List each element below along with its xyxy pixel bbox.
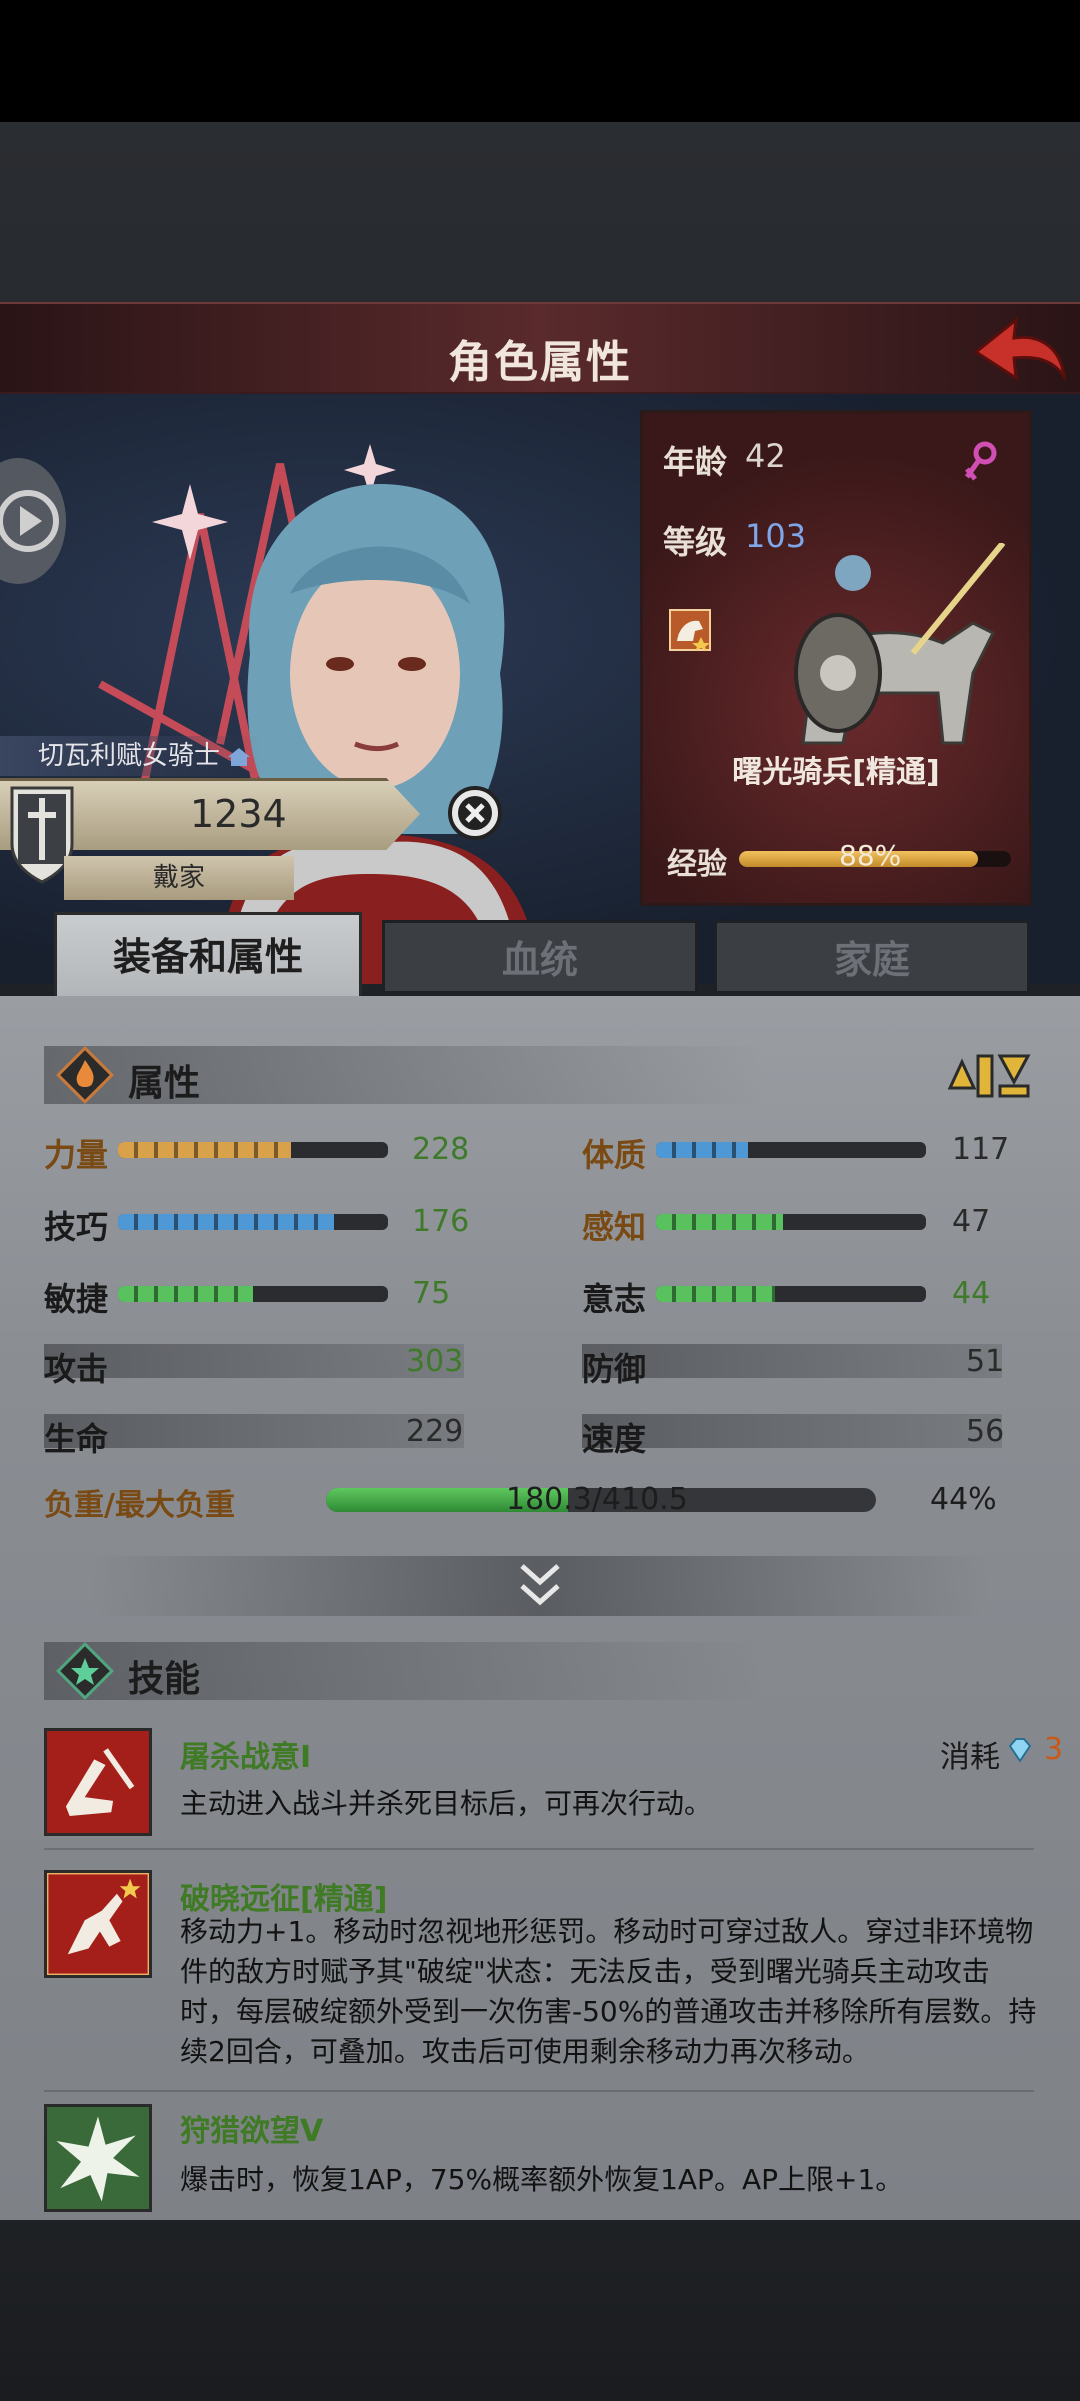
attributes-title: 属性 xyxy=(128,1063,201,1104)
skill-name: 屠杀战意I xyxy=(180,1740,312,1775)
skill-description: 移动力+1。移动时忽视地形惩罚。移动时可穿过敌人。穿过非环境物件的敌方时赋予其"… xyxy=(180,1915,1037,2068)
sort-arrows-icon[interactable] xyxy=(944,1042,1034,1102)
skills-title: 技能 xyxy=(128,1659,201,1700)
stat-perception-value: 47 xyxy=(952,1204,991,1239)
fallen-soldier-icon xyxy=(44,1728,152,1836)
stat-constitution-bar xyxy=(656,1142,926,1158)
stat-speed-label: 速度 xyxy=(582,1420,647,1458)
age-value: 42 xyxy=(745,437,786,475)
cost-label: 消耗 xyxy=(940,1740,1000,1775)
stat-constitution-label: 体质 xyxy=(582,1136,647,1174)
tab-family[interactable]: 家庭 xyxy=(714,920,1030,994)
unit-class-name: 曙光骑兵[精通] xyxy=(732,755,940,790)
skill-description: 主动进入战斗并杀死目标后，可再次行动。 xyxy=(180,1787,713,1820)
stat-defense-label: 防御 xyxy=(582,1350,647,1388)
family-name[interactable]: 戴家 xyxy=(64,856,294,900)
stat-strength-label: 力量 xyxy=(44,1136,109,1174)
stat-speed-value: 56 xyxy=(966,1414,1005,1449)
back-arrow-icon[interactable] xyxy=(968,312,1068,390)
character-portrait xyxy=(220,484,540,984)
stat-hp-label: 生命 xyxy=(44,1420,109,1458)
page-header: 角色属性 xyxy=(0,302,1080,394)
stat-defense-value: 51 xyxy=(966,1344,1005,1379)
tab-equipment-attributes[interactable]: 装备和属性 xyxy=(54,912,362,996)
stat-agility-bar xyxy=(118,1286,388,1302)
stat-constitution-fill xyxy=(656,1142,748,1158)
divider xyxy=(44,1848,1034,1850)
crystal-burst-icon xyxy=(44,2104,152,2212)
tab-bar: 装备和属性 血统 家庭 xyxy=(0,912,1080,996)
cavalry-unit-art xyxy=(794,543,1006,745)
page-title: 角色属性 xyxy=(448,337,632,388)
female-gender-icon xyxy=(964,441,997,481)
status-bar-area xyxy=(0,0,1080,122)
stat-agility-fill xyxy=(118,1286,253,1302)
attributes-section-header: 属性 xyxy=(44,1046,764,1104)
stat-strength-bar xyxy=(118,1142,388,1158)
stat-perception-label: 感知 xyxy=(582,1208,647,1246)
stat-skill-fill xyxy=(118,1214,334,1230)
horse-rank-icon xyxy=(669,609,711,651)
dismiss-button[interactable] xyxy=(448,786,502,840)
character-panel: 切瓦利赋女骑士 1234 戴家 年龄 42 等级 103 曙光骑兵[精通] 经验… xyxy=(0,394,1080,984)
skill-name: 狩猎欲望V xyxy=(180,2114,324,2149)
stat-will-bar xyxy=(656,1286,926,1302)
charging-knight-icon xyxy=(44,1870,152,1978)
stat-agility-value: 75 xyxy=(412,1276,451,1311)
stat-skill-bar xyxy=(118,1214,388,1230)
exp-label: 经验 xyxy=(667,847,727,882)
stat-perception-bar xyxy=(656,1214,926,1230)
diamond-gem-icon xyxy=(1008,1738,1032,1763)
skills-section-header: 技能 xyxy=(44,1642,764,1700)
close-icon xyxy=(458,796,492,830)
skill-star-icon xyxy=(56,1642,114,1700)
stat-will-label: 意志 xyxy=(582,1280,647,1318)
stat-strength-value: 228 xyxy=(412,1132,470,1167)
stat-skill-value: 176 xyxy=(412,1204,470,1239)
stat-attack-label: 攻击 xyxy=(44,1350,109,1388)
skill-cost-value: 3 xyxy=(1044,1732,1064,1767)
load-value: 180.3/410.5 xyxy=(506,1482,688,1517)
exp-percent: 88% xyxy=(839,839,902,872)
stat-hp-value: 229 xyxy=(406,1414,464,1449)
skill-description: 爆击时，恢复1AP，75%概率额外恢复1AP。AP上限+1。 xyxy=(180,2163,904,2196)
load-label: 负重/最大负重 xyxy=(44,1488,235,1523)
stat-agility-label: 敏捷 xyxy=(44,1280,109,1318)
stat-strength-fill xyxy=(118,1142,291,1158)
stat-skill-label: 技巧 xyxy=(44,1208,109,1246)
level-label: 等级 xyxy=(663,523,728,561)
stat-will-fill xyxy=(656,1286,775,1302)
tab-bloodline[interactable]: 血统 xyxy=(382,920,698,994)
power-value: 1234 xyxy=(190,792,287,836)
attribute-flame-icon xyxy=(56,1046,114,1104)
unit-info-card: 年龄 42 等级 103 曙光骑兵[精通] 经验 88% xyxy=(640,410,1032,906)
character-name: 切瓦利赋女骑士 xyxy=(0,736,260,776)
age-label: 年龄 xyxy=(663,443,728,481)
double-chevron-down-icon[interactable] xyxy=(516,1560,564,1610)
stat-will-value: 44 xyxy=(952,1276,991,1311)
stat-constitution-value: 117 xyxy=(952,1132,1010,1167)
house-icon xyxy=(228,748,250,766)
divider xyxy=(44,2090,1034,2092)
load-percent: 44% xyxy=(930,1482,997,1517)
stat-perception-fill xyxy=(656,1214,783,1230)
stat-attack-value: 303 xyxy=(406,1344,464,1379)
